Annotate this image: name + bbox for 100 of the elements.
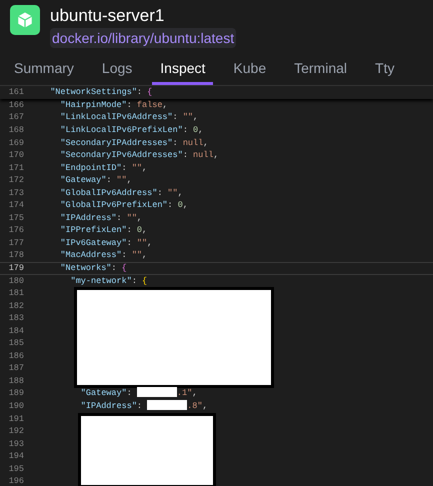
code-token: "" [116, 174, 127, 187]
code-token: : [116, 212, 123, 225]
code-token: "" [168, 186, 178, 200]
code-token: null [182, 136, 204, 150]
code-token: "LinkLocalIPv6PrefixLen" [59, 124, 183, 137]
code-token: : [126, 387, 133, 400]
line-number: 193 [8, 438, 24, 450]
code-token: , [203, 136, 208, 150]
line-number: 195 [8, 462, 24, 476]
container-icon [10, 5, 40, 35]
line-number: 178 [8, 249, 24, 262]
line-number: 172 [8, 174, 24, 187]
line-number: 169 [8, 136, 24, 150]
tab[interactable]: Logs [94, 54, 140, 85]
code-token: , [182, 199, 188, 212]
code-token: "SecondaryIPAddresses" [59, 136, 173, 150]
code-token: "Networks" [59, 262, 112, 275]
line-number: 176 [8, 224, 24, 238]
code-token: : [136, 400, 144, 413]
code-token: , [178, 186, 183, 200]
code-token: , [147, 236, 152, 250]
redaction-box [147, 400, 188, 410]
code-token: "HairpinMode" [59, 98, 127, 112]
code-token: : [111, 262, 118, 275]
code-token: 0 [136, 224, 142, 238]
code-token: : [168, 199, 174, 212]
line-number: 182 [8, 300, 24, 312]
line-number: 181 [8, 287, 24, 300]
code-token: , [193, 111, 198, 124]
tab[interactable]: Tty [367, 54, 402, 85]
code-token: : [126, 224, 133, 238]
line-number: 183 [8, 312, 24, 325]
line-number: 185 [8, 337, 24, 350]
line-number: 192 [8, 425, 24, 438]
line-number: 187 [8, 362, 24, 375]
code-token: : [172, 111, 179, 124]
code-token: "" [182, 111, 194, 124]
tab[interactable]: Summary [6, 54, 82, 85]
code-token: "LinkLocalIPv6Address" [59, 111, 173, 124]
code-token: { [147, 86, 152, 99]
code-token: , [126, 174, 132, 187]
code-token: 0 [193, 124, 198, 137]
code-token: "NetworkSettings" [49, 86, 137, 99]
code-token: : [106, 174, 112, 187]
code-token: : [122, 162, 128, 174]
code-token: "my-network" [70, 274, 132, 288]
code-token: , [202, 400, 208, 413]
code-token: "GlobalIPv6PrefixLen" [59, 199, 168, 212]
code-token: "Gateway" [80, 387, 127, 400]
line-number: 180 [8, 274, 24, 288]
code-token: "SecondaryIPv6Addresses" [59, 149, 183, 162]
code-token: "" [132, 249, 142, 262]
tab[interactable]: Terminal [286, 54, 356, 85]
code-token: : [172, 136, 179, 150]
code-token: "" [136, 236, 148, 250]
line-number: 186 [8, 350, 24, 362]
line-number: 175 [8, 212, 24, 225]
line-number: 167 [8, 111, 24, 124]
code-token: , [142, 249, 148, 262]
code-token: null [193, 149, 214, 162]
code-token: .1" [176, 387, 192, 400]
code-token: "Gateway" [59, 174, 106, 187]
code-token: , [213, 149, 219, 162]
code-token: : [136, 86, 144, 99]
container-name: ubuntu-server1 [50, 5, 166, 27]
line-number: 166 [8, 98, 24, 112]
line-number: 189 [8, 387, 24, 400]
code-token: .8" [187, 400, 202, 413]
line-number: 188 [8, 374, 24, 388]
code-token: 0 [178, 199, 183, 212]
code-token: "GlobalIPv6Address" [59, 186, 158, 200]
tab[interactable]: Kube [225, 54, 274, 85]
code-token: : [122, 249, 128, 262]
code-token: : [126, 98, 133, 112]
code-token: "MacAddress" [59, 249, 122, 262]
code-token: , [142, 224, 148, 238]
line-number: 190 [8, 400, 24, 413]
code-token: , [198, 124, 204, 137]
code-token: : [182, 124, 189, 137]
code-token: "IPPrefixLen" [59, 224, 127, 238]
code-token: "EndpointID" [59, 162, 122, 174]
code-token: "IPAddress" [80, 400, 137, 413]
line-number: 173 [8, 186, 24, 200]
line-number: 184 [8, 324, 24, 338]
line-number: 171 [8, 162, 24, 174]
code-token: { [122, 262, 127, 275]
line-number: 194 [8, 450, 24, 463]
line-number: 161 [8, 86, 24, 99]
code-token: "IPAddress" [59, 212, 117, 225]
code-token: false [136, 98, 162, 112]
code-token: , [192, 387, 198, 400]
line-number: 174 [8, 199, 24, 212]
line-number: 168 [8, 124, 24, 137]
line-number: 191 [8, 412, 24, 426]
line-number: 179 [8, 262, 24, 275]
line-number: 196 [8, 475, 24, 486]
image-link[interactable]: docker.io/library/ubuntu:latest [50, 28, 236, 48]
code-token: , [142, 162, 148, 174]
code-token: , [136, 212, 142, 225]
code-token: , [162, 98, 168, 112]
